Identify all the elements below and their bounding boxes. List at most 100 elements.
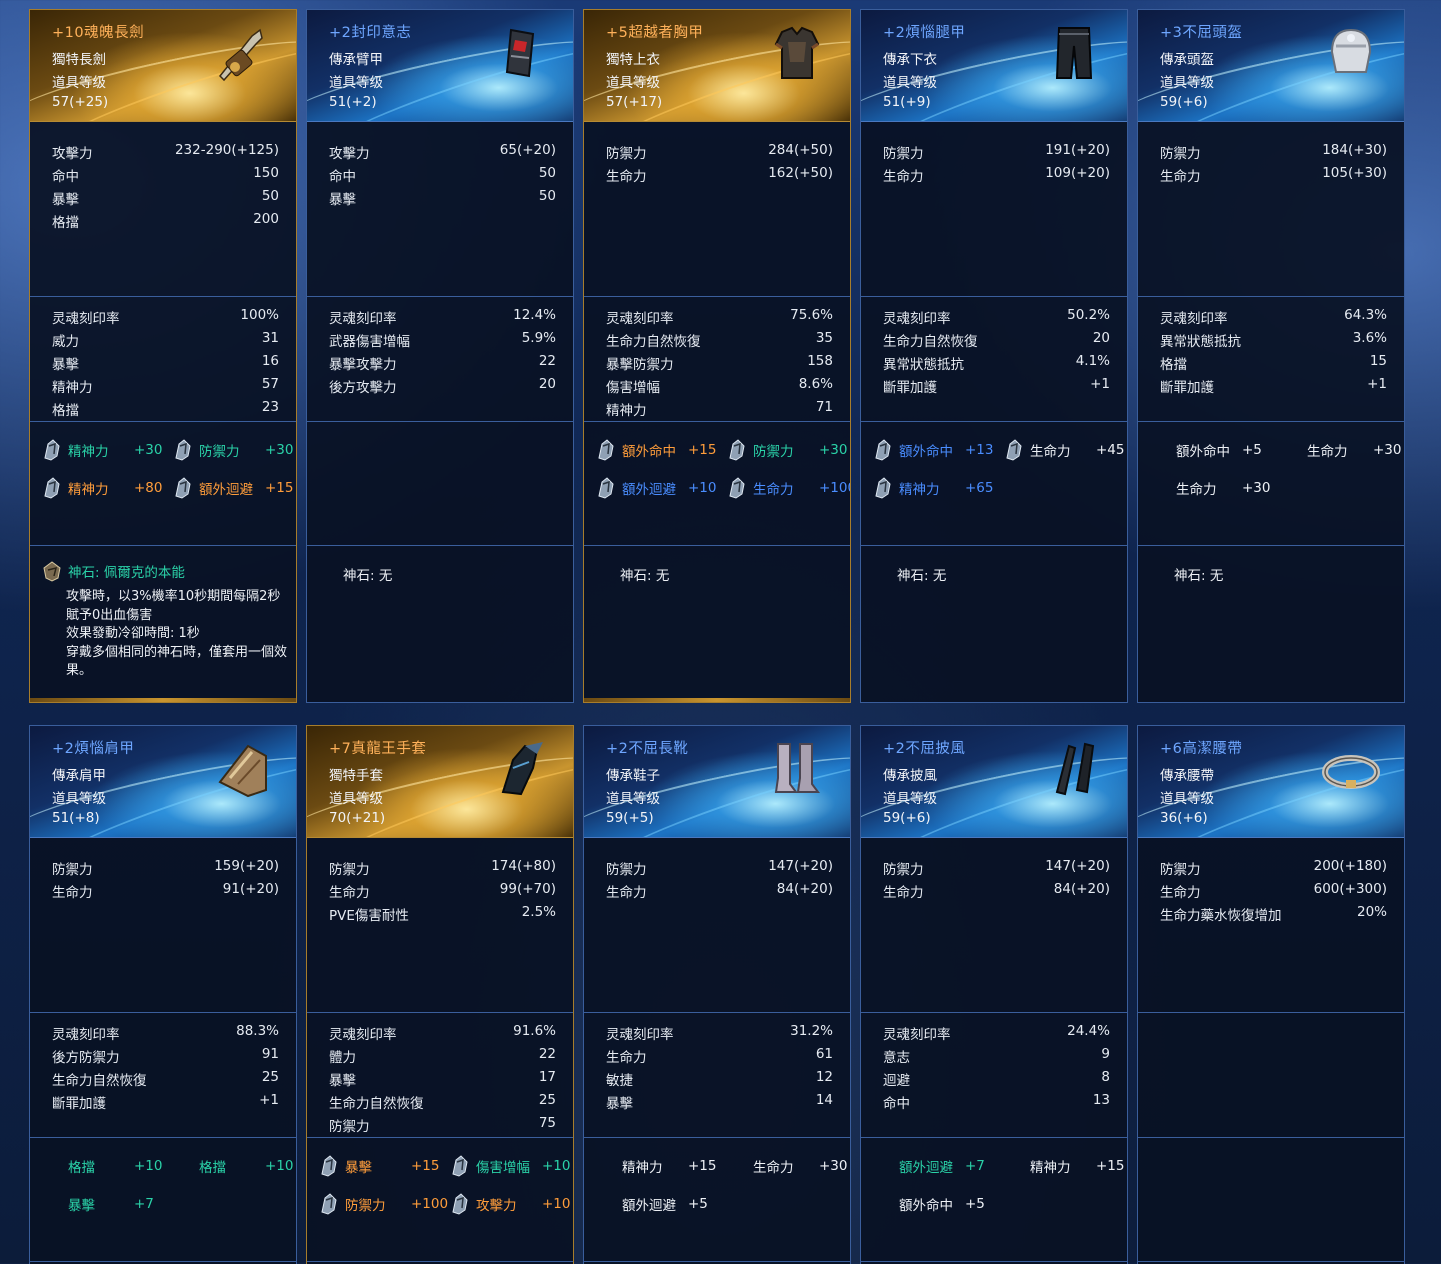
item-card[interactable]: +2煩惱肩甲 傳承肩甲 道具等级 51(+8) 防禦力 159(+20) 生命力 91(+20… [29, 725, 297, 1264]
bonus-label: 額外迴避 [622, 1198, 676, 1214]
bonus-stat[interactable]: 傷害增幅 +10 [450, 1155, 571, 1177]
bonus-stat[interactable]: 生命力 +100 [727, 477, 850, 499]
stat-value: 50 [538, 188, 556, 204]
stat-name: 生命力 [883, 885, 924, 901]
stat-value: 147(+20) [1045, 858, 1110, 874]
gem-icon [596, 476, 616, 500]
bonus-label: 生命力 [1176, 482, 1217, 498]
stat-row: 後方防禦力 91 [52, 1046, 279, 1066]
stat-name: 暴擊 [52, 357, 79, 373]
bonus-stat[interactable]: 額外迴避 +15 [173, 477, 294, 499]
stat-row: 灵魂刻印率 50.2% [883, 307, 1110, 327]
stat-value: 22 [538, 353, 556, 369]
bonus-stat[interactable]: 格擋 +10 [42, 1155, 163, 1177]
stat-row: 暴擊防禦力 158 [606, 353, 833, 373]
item-type: 傳承鞋子 [606, 768, 660, 784]
bonus-label: 攻擊力 [476, 1198, 517, 1214]
item-card[interactable]: +5超越者胸甲 獨特上衣 道具等级 57(+17) 防禦力 284(+50) 生命力 162(… [583, 9, 851, 703]
bonus-stats: 額外命中 +15 防禦力 +30 額外迴避 +10 生命力 +100 [584, 422, 850, 546]
gem-icon [42, 476, 62, 500]
bracer-icon [489, 22, 551, 84]
bonus-stat[interactable]: 精神力 +15 [596, 1155, 717, 1177]
bonus-stat[interactable]: 格擋 +10 [173, 1155, 294, 1177]
stat-name: 異常狀態抵抗 [1160, 334, 1241, 350]
item-type: 傳承下衣 [883, 52, 937, 68]
item-card[interactable]: +3不屈頭盔 傳承頭盔 道具等级 59(+6) 防禦力 184(+30) 生命力 105(+3… [1137, 9, 1405, 703]
bonus-stat[interactable]: 暴擊 +7 [42, 1193, 154, 1215]
bonus-stat[interactable]: 額外命中 +15 [596, 439, 717, 461]
stat-row: 異常狀態抵抗 3.6% [1160, 330, 1387, 350]
bonus-stat[interactable]: 攻擊力 +10 [450, 1193, 571, 1215]
item-level: 51(+8) [52, 810, 100, 826]
gem-icon [727, 1154, 747, 1178]
stat-value: 71 [815, 399, 833, 415]
bonus-stat[interactable]: 防禦力 +30 [173, 439, 294, 461]
bonus-stat[interactable]: 精神力 +15 [1004, 1155, 1125, 1177]
bonus-value: +100 [819, 480, 850, 496]
bonus-stat[interactable]: 額外迴避 +10 [596, 477, 717, 499]
item-card[interactable]: +7真龍王手套 獨特手套 道具等级 70(+21) 防禦力 174(+80) 生命力 99(+… [306, 725, 574, 1264]
stat-name: 生命力藥水恢復增加 [1160, 908, 1282, 924]
bonus-stat[interactable]: 生命力 +30 [1281, 439, 1402, 461]
item-card[interactable]: +2不屈披風 傳承披風 道具等级 59(+6) 防禦力 147(+20) 生命力 84(+20… [860, 725, 1128, 1264]
stat-value: +1 [1090, 376, 1110, 392]
item-card[interactable]: +6高潔腰帶 傳承腰帶 道具等级 36(+6) 防禦力 200(+180) 生命力 600(+… [1137, 725, 1405, 1264]
bonus-stat[interactable]: 額外命中 +5 [1150, 439, 1262, 461]
gem-icon [173, 438, 193, 462]
stat-row: 格擋 200 [52, 211, 279, 231]
stat-name: 生命力自然恢復 [883, 334, 978, 350]
bonus-stat[interactable]: 額外迴避 +7 [873, 1155, 985, 1177]
bonus-label: 精神力 [68, 482, 109, 498]
gem-icon [596, 1192, 616, 1216]
bonus-stat[interactable]: 防禦力 +30 [727, 439, 848, 461]
bonus-stat[interactable]: 生命力 +45 [1004, 439, 1125, 461]
bonus-stat[interactable]: 額外命中 +5 [873, 1193, 985, 1215]
stat-name: PVE傷害耐性 [329, 908, 409, 924]
stat-value: 174(+80) [491, 858, 556, 874]
stat-value: +1 [259, 1092, 279, 1108]
godstone-description: 攻擊時，以3%機率10秒期間每隔2秒賦予0出血傷害 效果發動冷卻時間: 1秒 穿… [66, 589, 288, 678]
item-card[interactable]: +2不屈長靴 傳承鞋子 道具等级 59(+5) 防禦力 147(+20) 生命力 84(+20… [583, 725, 851, 1264]
stat-value: 17 [538, 1069, 556, 1085]
stat-row: 防禦力 184(+30) [1160, 142, 1387, 162]
stat-name: 體力 [329, 1050, 356, 1066]
stat-row: 後方攻擊力 20 [329, 376, 556, 396]
bonus-stat[interactable]: 額外迴避 +5 [596, 1193, 708, 1215]
bonus-label: 額外命中 [899, 1198, 953, 1214]
stat-value: 25 [261, 1069, 279, 1085]
item-level-label: 道具等级 [606, 791, 660, 807]
bonus-stat[interactable]: 暴擊 +15 [319, 1155, 440, 1177]
gem-icon [173, 476, 193, 500]
stat-row: 暴擊 17 [329, 1069, 556, 1089]
equipment-grid: +10魂魄長劍 獨特長劍 道具等级 57(+25) 攻擊力 232-290(+125) 命中… [0, 0, 1441, 1264]
stat-name: 防禦力 [883, 862, 924, 878]
stat-name: 防禦力 [883, 146, 924, 162]
gem-icon [873, 1192, 893, 1216]
bonus-label: 額外迴避 [622, 482, 676, 498]
gauntlet-icon [489, 738, 551, 800]
bonus-label: 防禦力 [345, 1198, 386, 1214]
stat-row: 灵魂刻印率 31.2% [606, 1023, 833, 1043]
bonus-stat[interactable]: 生命力 +30 [1150, 477, 1271, 499]
bonus-value: +15 [411, 1158, 440, 1174]
base-stats: 防禦力 147(+20) 生命力 84(+20) [584, 848, 850, 1013]
gem-icon [42, 438, 62, 462]
godstone-icon [42, 560, 62, 582]
item-level: 36(+6) [1160, 810, 1208, 826]
godstone-title[interactable]: 神石: 佩爾克的本能 [42, 560, 185, 582]
gem-icon [1004, 438, 1024, 462]
item-card[interactable]: +2封印意志 傳承臂甲 道具等级 51(+2) 攻擊力 65(+20) 命中 50 暴擊 50 灵魂… [306, 9, 574, 703]
bonus-stat[interactable]: 額外命中 +13 [873, 439, 994, 461]
stat-value: 100% [240, 307, 279, 323]
bonus-stat[interactable]: 生命力 +30 [727, 1155, 848, 1177]
stat-row: 生命力 105(+30) [1160, 165, 1387, 185]
stat-row: 異常狀態抵抗 4.1% [883, 353, 1110, 373]
bonus-stat[interactable]: 防禦力 +100 [319, 1193, 448, 1215]
bonus-stats: 精神力 +30 防禦力 +30 精神力 +80 額外迴避 +15 [30, 422, 296, 546]
bonus-stat[interactable]: 精神力 +80 [42, 477, 163, 499]
bonus-stat[interactable]: 精神力 +30 [42, 439, 163, 461]
item-card[interactable]: +10魂魄長劍 獨特長劍 道具等级 57(+25) 攻擊力 232-290(+125) 命中… [29, 9, 297, 703]
bonus-stat[interactable]: 精神力 +65 [873, 477, 994, 499]
bonus-label: 生命力 [1030, 444, 1071, 460]
item-card[interactable]: +2煩惱腿甲 傳承下衣 道具等级 51(+9) 防禦力 191(+20) 生命力 109(+2… [860, 9, 1128, 703]
